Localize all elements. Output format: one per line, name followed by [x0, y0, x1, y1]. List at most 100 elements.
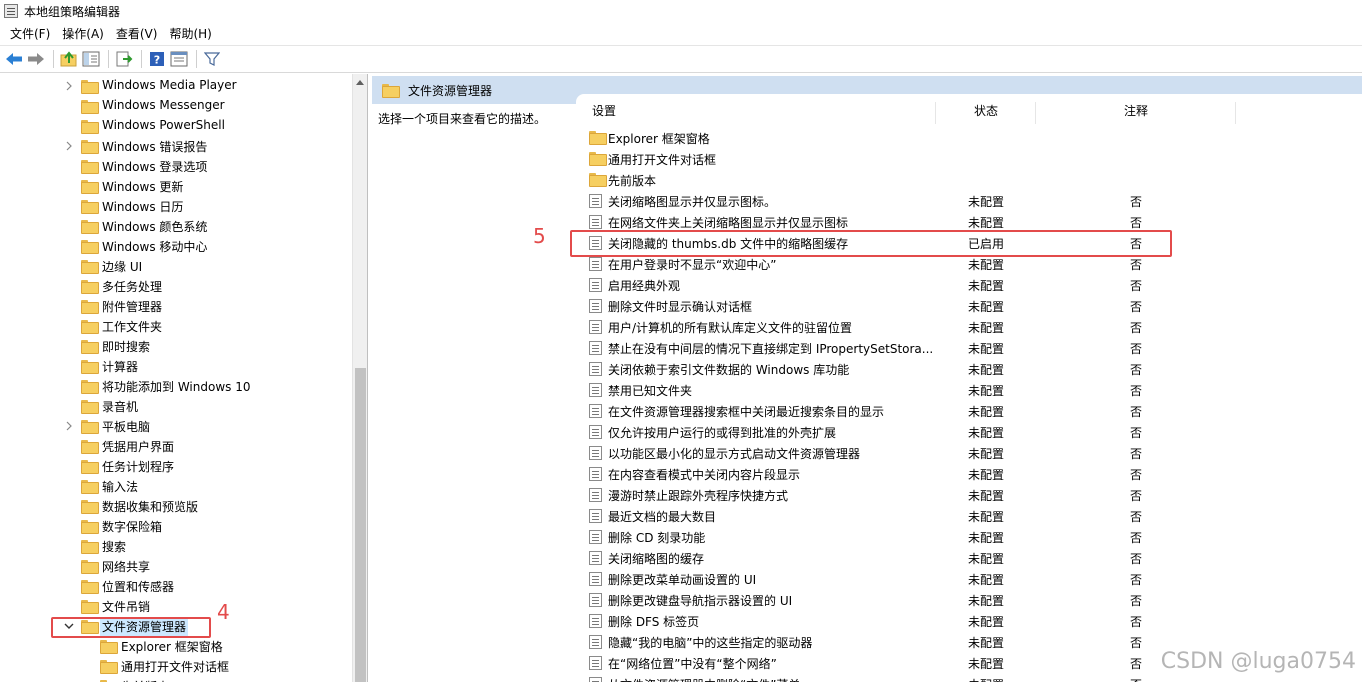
tree-item[interactable]: Windows Media Player: [0, 76, 350, 96]
show-hide-tree-icon[interactable]: [81, 49, 101, 69]
column-setting[interactable]: 设置: [592, 94, 616, 126]
menu-file[interactable]: 文件(F): [4, 25, 56, 42]
policy-row[interactable]: 在内容查看模式中关闭内容片段显示 未配置 否: [576, 463, 1362, 484]
tree-item-label: 录音机: [102, 400, 139, 414]
policy-row[interactable]: 关闭依赖于索引文件数据的 Windows 库功能 未配置 否: [576, 358, 1362, 379]
tree-item[interactable]: 数据收集和预览版: [0, 496, 350, 516]
tree-item[interactable]: Windows 日历: [0, 196, 350, 216]
tree-item[interactable]: Windows 移动中心: [0, 236, 350, 256]
tree-item-label: 多任务处理: [102, 280, 163, 294]
policy-comment: 否: [1130, 258, 1143, 272]
up-folder-icon[interactable]: [59, 49, 79, 69]
column-divider[interactable]: [935, 102, 936, 124]
column-divider[interactable]: [1235, 102, 1236, 124]
tree-item[interactable]: 先前版本: [0, 676, 350, 682]
chevron-right-icon[interactable]: [64, 81, 74, 91]
properties-view-icon[interactable]: [169, 49, 189, 69]
policy-row[interactable]: 删除 CD 刻录功能 未配置 否: [576, 526, 1362, 547]
policy-state: 未配置: [968, 363, 1005, 377]
policy-setting-icon: [589, 320, 602, 334]
tree-item[interactable]: Windows PowerShell: [0, 116, 350, 136]
policy-row[interactable]: 关闭缩略图显示并仅显示图标。 未配置 否: [576, 190, 1362, 211]
tree-item-label: 将功能添加到 Windows 10: [102, 380, 251, 394]
folder-icon: [100, 660, 118, 674]
tree-item-label: 即时搜索: [102, 340, 151, 354]
policy-row[interactable]: 漫游时禁止跟踪外壳程序快捷方式 未配置 否: [576, 484, 1362, 505]
policy-setting-icon: [589, 194, 602, 208]
scroll-up-arrow-icon[interactable]: [356, 80, 364, 85]
filter-icon[interactable]: [202, 49, 222, 69]
tree-item[interactable]: 附件管理器: [0, 296, 350, 316]
tree-item[interactable]: 位置和传感器: [0, 576, 350, 596]
tree-item[interactable]: 边缘 UI: [0, 256, 350, 276]
policy-name: 以功能区最小化的显示方式启动文件资源管理器: [608, 447, 861, 461]
chevron-right-icon[interactable]: [64, 141, 74, 151]
column-comment[interactable]: 注释: [1124, 94, 1148, 126]
tree-item[interactable]: 凭据用户界面: [0, 436, 350, 456]
tree-scrollbar[interactable]: [352, 74, 367, 682]
tree-item[interactable]: 平板电脑: [0, 416, 350, 436]
policy-state: 未配置: [968, 342, 1005, 356]
toolbar-separator: [108, 50, 109, 68]
tree-item[interactable]: 数字保险箱: [0, 516, 350, 536]
policy-row[interactable]: 从文件资源管理器中删除“文件”菜单 未配置 否: [576, 673, 1362, 682]
policy-row[interactable]: 用户/计算机的所有默认库定义文件的驻留位置 未配置 否: [576, 316, 1362, 337]
folder-row[interactable]: 先前版本: [576, 169, 1362, 190]
tree-item-label: Windows 更新: [102, 180, 184, 194]
scrollbar-thumb[interactable]: [355, 368, 366, 682]
folder-row[interactable]: Explorer 框架窗格: [576, 127, 1362, 148]
policy-row[interactable]: 启用经典外观 未配置 否: [576, 274, 1362, 295]
tree-item[interactable]: 录音机: [0, 396, 350, 416]
tree-item[interactable]: Windows 登录选项: [0, 156, 350, 176]
tree-item[interactable]: Windows Messenger: [0, 96, 350, 116]
tree-item[interactable]: 将功能添加到 Windows 10: [0, 376, 350, 396]
tree-item-label: 网络共享: [102, 560, 151, 574]
tree-item[interactable]: 任务计划程序: [0, 456, 350, 476]
column-state[interactable]: 状态: [974, 94, 998, 126]
tree-item[interactable]: 文件吊销: [0, 596, 350, 616]
folder-row[interactable]: 通用打开文件对话框: [576, 148, 1362, 169]
tree-item[interactable]: 通用打开文件对话框: [0, 656, 350, 676]
tree-item[interactable]: Windows 颜色系统: [0, 216, 350, 236]
tree-item[interactable]: 搜索: [0, 536, 350, 556]
menu-view[interactable]: 查看(V): [110, 25, 164, 42]
policy-row[interactable]: 禁止在没有中间层的情况下直接绑定到 IPropertySetStora... 未配…: [576, 337, 1362, 358]
policy-setting-icon: [589, 614, 602, 628]
tree-item[interactable]: Windows 更新: [0, 176, 350, 196]
tree-item[interactable]: Windows 错误报告: [0, 136, 350, 156]
policy-row[interactable]: 在网络文件夹上关闭缩略图显示并仅显示图标 未配置 否: [576, 211, 1362, 232]
policy-state: 未配置: [968, 489, 1005, 503]
back-icon[interactable]: [4, 49, 24, 69]
policy-name: 最近文档的最大数目: [608, 510, 717, 524]
policy-row[interactable]: 关闭缩略图的缓存 未配置 否: [576, 547, 1362, 568]
folder-icon: [81, 200, 99, 214]
tree-item[interactable]: 网络共享: [0, 556, 350, 576]
policy-row[interactable]: 仅允许按用户运行的或得到批准的外壳扩展 未配置 否: [576, 421, 1362, 442]
policy-state: 未配置: [968, 636, 1005, 650]
policy-row[interactable]: 以功能区最小化的显示方式启动文件资源管理器 未配置 否: [576, 442, 1362, 463]
tree-item[interactable]: 即时搜索: [0, 336, 350, 356]
folder-icon: [81, 600, 99, 614]
menu-action[interactable]: 操作(A): [56, 25, 110, 42]
policy-row[interactable]: 在文件资源管理器搜索框中关闭最近搜索条目的显示 未配置 否: [576, 400, 1362, 421]
policy-setting-icon: [589, 446, 602, 460]
tree-item-label: Windows 移动中心: [102, 240, 208, 254]
column-divider[interactable]: [1035, 102, 1036, 124]
tree-item[interactable]: 输入法: [0, 476, 350, 496]
policy-row[interactable]: 删除更改键盘导航指示器设置的 UI 未配置 否: [576, 589, 1362, 610]
tree-item[interactable]: 工作文件夹: [0, 316, 350, 336]
policy-row[interactable]: 删除文件时显示确认对话框 未配置 否: [576, 295, 1362, 316]
folder-icon: [589, 173, 607, 187]
tree-item[interactable]: 多任务处理: [0, 276, 350, 296]
help-icon[interactable]: ?: [147, 49, 167, 69]
tree-item[interactable]: 计算器: [0, 356, 350, 376]
policy-row[interactable]: 删除 DFS 标签页 未配置 否: [576, 610, 1362, 631]
policy-row[interactable]: 禁用已知文件夹 未配置 否: [576, 379, 1362, 400]
tree-item[interactable]: Explorer 框架窗格: [0, 636, 350, 656]
policy-row[interactable]: 删除更改菜单动画设置的 UI 未配置 否: [576, 568, 1362, 589]
policy-row[interactable]: 最近文档的最大数目 未配置 否: [576, 505, 1362, 526]
export-list-icon[interactable]: [114, 49, 134, 69]
forward-icon[interactable]: [26, 49, 46, 69]
menu-help[interactable]: 帮助(H): [163, 25, 217, 42]
chevron-right-icon[interactable]: [64, 421, 74, 431]
